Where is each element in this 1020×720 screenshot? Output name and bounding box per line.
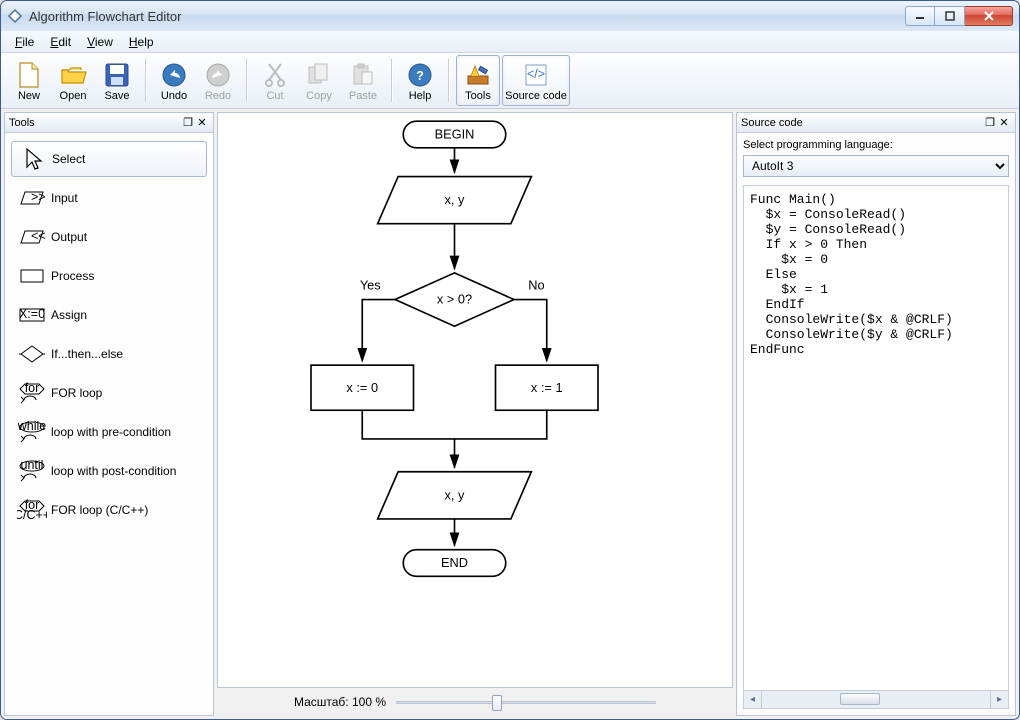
zoom-bar: Масштаб: 100 % (217, 688, 733, 716)
maximize-button[interactable] (935, 6, 965, 26)
new-file-icon (15, 61, 43, 89)
folder-open-icon (59, 61, 87, 89)
tools-pane-close-button[interactable]: ✕ (195, 116, 209, 130)
tools-toggle-button[interactable]: Tools (456, 55, 500, 106)
label-yes: Yes (360, 277, 381, 292)
cut-button[interactable]: Cut (254, 55, 296, 106)
node-assign-left: x := 0 (346, 380, 378, 395)
source-pane-close-button[interactable]: ✕ (997, 116, 1011, 130)
save-icon (103, 61, 131, 89)
help-button[interactable]: ? Help (399, 55, 441, 106)
minimize-button[interactable] (905, 6, 935, 26)
tool-output[interactable]: << Output (11, 219, 207, 255)
source-pane: Source code ❐ ✕ Select programming langu… (736, 112, 1016, 716)
node-output: x, y (445, 487, 466, 502)
source-pane-dock-button[interactable]: ❐ (983, 116, 997, 130)
client-area: Tools ❐ ✕ Select >> Input << Output (1, 109, 1019, 719)
source-code-view[interactable]: Func Main() $x = ConsoleRead() $y = Cons… (743, 185, 1009, 691)
copy-button[interactable]: Copy (298, 55, 340, 106)
paste-icon (349, 61, 377, 89)
process-icon (17, 268, 47, 284)
scroll-right-icon[interactable]: ▸ (990, 691, 1008, 708)
node-input: x, y (445, 192, 466, 207)
svg-text:>>: >> (31, 190, 45, 204)
app-window: Algorithm Flowchart Editor File Edit Vie… (0, 0, 1020, 720)
while-icon: while (17, 421, 47, 443)
svg-text:until: until (21, 460, 44, 472)
cursor-icon (18, 147, 48, 171)
tool-assign[interactable]: X:=0 Assign (11, 297, 207, 333)
undo-icon (160, 61, 188, 89)
svg-text:X:=0: X:=0 (19, 307, 45, 321)
node-begin: BEGIN (435, 127, 475, 142)
svg-text:while: while (18, 421, 46, 433)
menu-file[interactable]: File (7, 33, 42, 51)
cut-icon (261, 61, 289, 89)
zoom-label: Масштаб: 100 % (294, 695, 386, 709)
tool-input[interactable]: >> Input (11, 180, 207, 216)
svg-text:for: for (25, 382, 40, 395)
assign-icon: X:=0 (17, 307, 47, 323)
undo-button[interactable]: Undo (153, 55, 195, 106)
scroll-left-icon[interactable]: ◂ (744, 691, 762, 708)
svg-text:<<: << (31, 229, 45, 243)
svg-text:?: ? (416, 69, 424, 83)
until-icon: until (17, 460, 47, 482)
language-select[interactable]: AutoIt 3 (743, 155, 1009, 177)
source-hscrollbar[interactable]: ◂ ▸ (743, 691, 1009, 709)
source-pane-title: Source code (741, 117, 983, 129)
help-icon: ? (406, 61, 434, 89)
toolbar: New Open Save Undo (1, 53, 1019, 109)
tool-process[interactable]: Process (11, 258, 207, 294)
close-button[interactable] (965, 6, 1013, 26)
canvas-area: BEGIN x, y x > 0? Yes No x := (217, 112, 733, 716)
tool-for[interactable]: for FOR loop (11, 375, 207, 411)
tools-icon (464, 61, 492, 89)
menu-edit[interactable]: Edit (42, 33, 79, 51)
source-code-icon: </> (522, 61, 550, 89)
tool-while[interactable]: while loop with pre-condition (11, 414, 207, 450)
language-label: Select programming language: (743, 139, 1009, 151)
flowchart-canvas[interactable]: BEGIN x, y x > 0? Yes No x := (217, 112, 733, 688)
tool-if[interactable]: If...then...else (11, 336, 207, 372)
tools-pane-title: Tools (9, 117, 181, 129)
open-button[interactable]: Open (52, 55, 94, 106)
tool-for-c[interactable]: forC/C++ FOR loop (C/C++) (11, 492, 207, 528)
redo-button[interactable]: Redo (197, 55, 239, 106)
source-toggle-button[interactable]: </> Source code (502, 55, 570, 106)
copy-icon (305, 61, 333, 89)
node-assign-right: x := 1 (531, 380, 563, 395)
tool-until[interactable]: until loop with post-condition (11, 453, 207, 489)
label-no: No (528, 277, 544, 292)
save-button[interactable]: Save (96, 55, 138, 106)
for-c-icon: forC/C++ (17, 499, 47, 521)
node-decision: x > 0? (437, 292, 472, 307)
menu-view[interactable]: View (79, 33, 121, 51)
new-button[interactable]: New (8, 55, 50, 106)
output-icon: << (17, 229, 47, 245)
app-icon (7, 8, 23, 24)
tool-select[interactable]: Select (11, 141, 207, 177)
menu-help[interactable]: Help (121, 33, 162, 51)
tools-pane-dock-button[interactable]: ❐ (181, 116, 195, 130)
input-icon: >> (17, 190, 47, 206)
menubar: File Edit View Help (1, 31, 1019, 53)
titlebar: Algorithm Flowchart Editor (1, 1, 1019, 31)
paste-button[interactable]: Paste (342, 55, 384, 106)
zoom-slider[interactable] (396, 693, 656, 711)
svg-text:</>: </> (527, 67, 545, 81)
tools-pane: Tools ❐ ✕ Select >> Input << Output (4, 112, 214, 716)
svg-text:C/C++: C/C++ (17, 508, 47, 521)
if-icon (17, 344, 47, 364)
for-icon: for (17, 382, 47, 404)
redo-icon (204, 61, 232, 89)
app-title: Algorithm Flowchart Editor (29, 9, 905, 24)
node-end: END (441, 555, 468, 570)
